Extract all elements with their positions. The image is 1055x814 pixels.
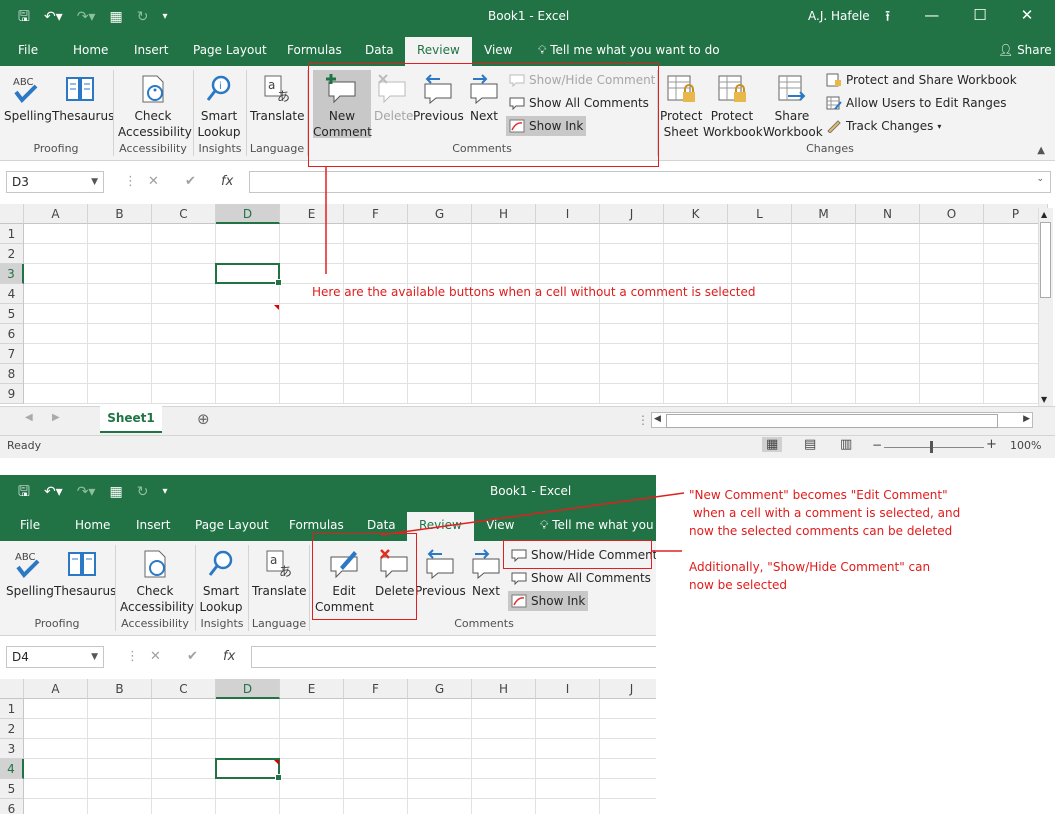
annotation-bottom-1: "New Comment" becomes "Edit Comment" whe… bbox=[689, 488, 961, 538]
annotation-top: Here are the available buttons when a ce… bbox=[312, 285, 756, 299]
annotation-bottom-2: Additionally, "Show/Hide Comment" can no… bbox=[689, 560, 931, 592]
annotation-box-edit-delete bbox=[312, 533, 417, 620]
annotation-lines bbox=[325, 167, 685, 552]
annotation-line-edit bbox=[380, 492, 685, 536]
annotation-box-show-hide bbox=[503, 540, 652, 569]
